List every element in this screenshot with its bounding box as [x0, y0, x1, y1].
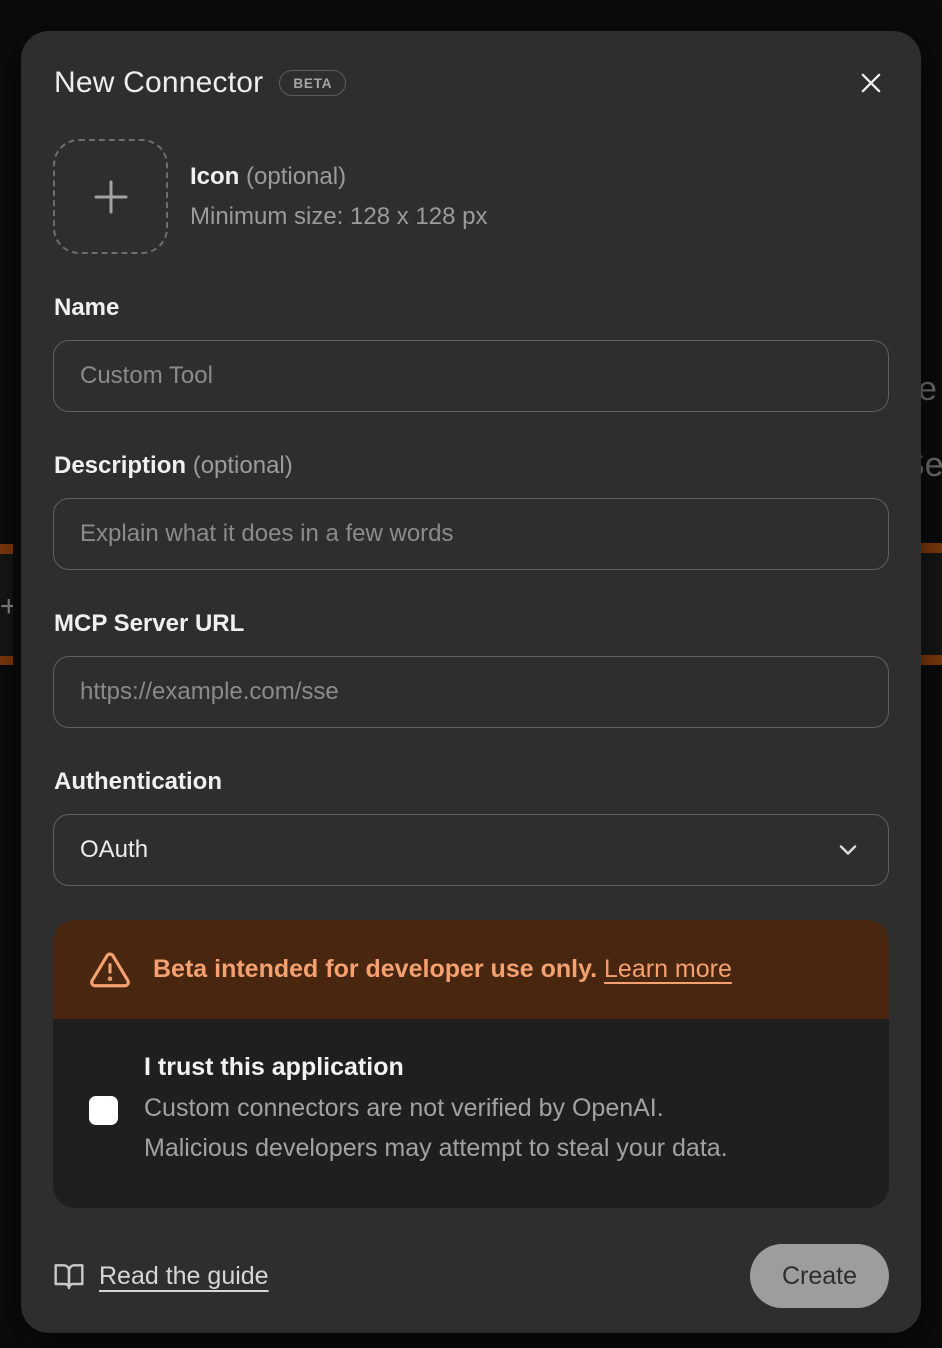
new-connector-dialog: New Connector BETA Icon (optional) Mini [21, 31, 921, 1333]
plus-icon [88, 174, 134, 220]
trust-title: I trust this application [144, 1053, 728, 1082]
trust-checkbox[interactable] [89, 1096, 118, 1125]
icon-upload-section: Icon (optional) Minimum size: 128 x 128 … [53, 139, 889, 254]
backdrop-accent-bar [0, 544, 13, 554]
warning-text: Beta intended for developer use only. Le… [153, 955, 732, 984]
mcp-url-input[interactable] [53, 656, 889, 728]
read-guide-label: Read the guide [99, 1262, 269, 1291]
description-optional-label: (optional) [193, 452, 293, 479]
icon-size-hint: Minimum size: 128 x 128 px [190, 203, 487, 231]
create-button[interactable]: Create [750, 1244, 889, 1308]
backdrop-plus-fragment: + [0, 590, 13, 624]
warning-triangle-icon [89, 949, 131, 991]
chevron-down-icon [834, 836, 862, 864]
trust-section: I trust this application Custom connecto… [53, 1019, 889, 1208]
trust-description: Custom connectors are not verified by Op… [144, 1088, 728, 1168]
beta-badge: BETA [279, 70, 346, 97]
backdrop-accent-bar [0, 656, 13, 665]
description-label: Description (optional) [53, 452, 889, 480]
mcp-url-label: MCP Server URL [53, 610, 889, 638]
read-guide-link[interactable]: Read the guide [53, 1260, 269, 1292]
close-button[interactable] [853, 65, 889, 101]
icon-optional-label: (optional) [246, 163, 346, 190]
dialog-title: New Connector [54, 66, 263, 100]
authentication-label: Authentication [53, 768, 889, 796]
authentication-select[interactable]: OAuth [53, 814, 889, 886]
icon-upload-meta: Icon (optional) Minimum size: 128 x 128 … [190, 163, 487, 231]
name-label: Name [53, 294, 889, 322]
icon-upload-dropzone[interactable] [53, 139, 168, 254]
book-open-icon [53, 1260, 85, 1292]
beta-warning-banner: Beta intended for developer use only. Le… [53, 920, 889, 1019]
authentication-selected-value: OAuth [80, 836, 148, 864]
name-input[interactable] [53, 340, 889, 412]
dialog-header: New Connector BETA [53, 65, 889, 101]
trust-text-block: I trust this application Custom connecto… [144, 1053, 728, 1168]
backdrop-text-fragment: e [918, 370, 942, 410]
dialog-footer: Read the guide Create [53, 1244, 889, 1308]
description-input[interactable] [53, 498, 889, 570]
icon-label: Icon [190, 163, 239, 190]
learn-more-link[interactable]: Learn more [604, 955, 732, 983]
close-icon [857, 69, 885, 97]
